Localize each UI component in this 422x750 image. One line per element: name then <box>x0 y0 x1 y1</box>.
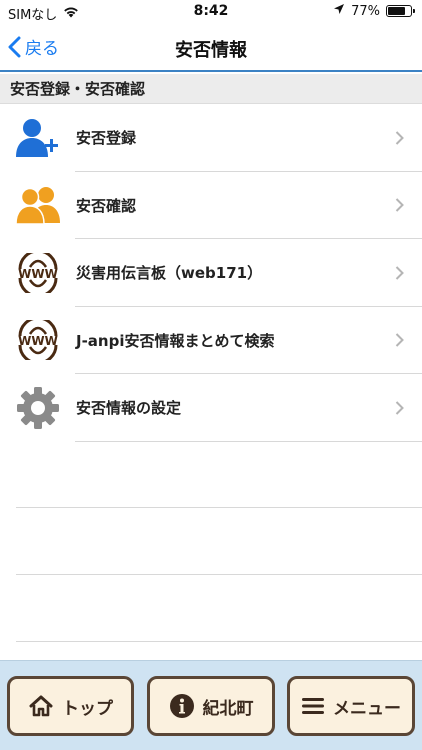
chevron-right-icon <box>395 333 404 347</box>
www-icon: WWW <box>15 250 61 296</box>
empty-row <box>16 575 422 642</box>
person-add-icon <box>15 115 61 161</box>
menu-list: 安否登録 安否確認 WWW 災害用伝言板（web171） WWW J-anpi安… <box>0 104 422 442</box>
top-button-label: トップ <box>62 698 113 719</box>
list-item-j-anpi[interactable]: WWW J-anpi安否情報まとめて検索 <box>0 307 422 375</box>
menu-button[interactable]: メニュー <box>287 676 415 736</box>
chevron-right-icon <box>395 266 404 280</box>
home-icon <box>28 694 54 718</box>
battery-percent: 77% <box>351 3 380 19</box>
empty-row <box>16 508 422 575</box>
chevron-right-icon <box>395 401 404 415</box>
hamburger-menu-icon <box>301 696 325 716</box>
list-item-anpi-register[interactable]: 安否登録 <box>0 104 422 172</box>
location-arrow-icon <box>333 3 345 19</box>
chevron-right-icon <box>395 198 404 212</box>
navigation-bar: 戻る 安否情報 <box>0 24 422 72</box>
list-item-label: 安否登録 <box>76 129 137 148</box>
battery-level <box>388 7 405 15</box>
list-item-label: 災害用伝言板（web171） <box>76 264 263 283</box>
list-item-anpi-settings[interactable]: 安否情報の設定 <box>0 374 422 442</box>
menu-button-label: メニュー <box>333 698 401 719</box>
svg-text:WWW: WWW <box>18 334 58 348</box>
chevron-right-icon <box>395 131 404 145</box>
people-icon <box>15 182 61 228</box>
list-item-label: 安否確認 <box>76 196 137 215</box>
gear-icon <box>15 385 61 431</box>
list-item-label: J-anpi安否情報まとめて検索 <box>76 331 275 350</box>
status-bar: SIMなし 8:42 77% <box>0 0 422 24</box>
empty-row <box>16 441 422 508</box>
town-info-button[interactable]: 紀北町 <box>147 676 275 736</box>
battery-icon <box>386 5 415 17</box>
top-button[interactable]: トップ <box>7 676 134 736</box>
list-item-anpi-confirm[interactable]: 安否確認 <box>0 172 422 240</box>
status-right: 77% <box>333 3 415 19</box>
list-item-label: 安否情報の設定 <box>76 399 182 418</box>
list-item-web171[interactable]: WWW 災害用伝言板（web171） <box>0 239 422 307</box>
empty-rows <box>16 441 422 642</box>
section-header: 安否登録・安否確認 <box>0 74 422 104</box>
www-icon: WWW <box>15 317 61 363</box>
bottom-toolbar: トップ 紀北町 メニュー <box>0 660 422 750</box>
town-info-label: 紀北町 <box>202 698 254 719</box>
svg-text:WWW: WWW <box>18 267 58 281</box>
info-icon <box>169 693 195 719</box>
page-title: 安否情報 <box>175 40 247 61</box>
